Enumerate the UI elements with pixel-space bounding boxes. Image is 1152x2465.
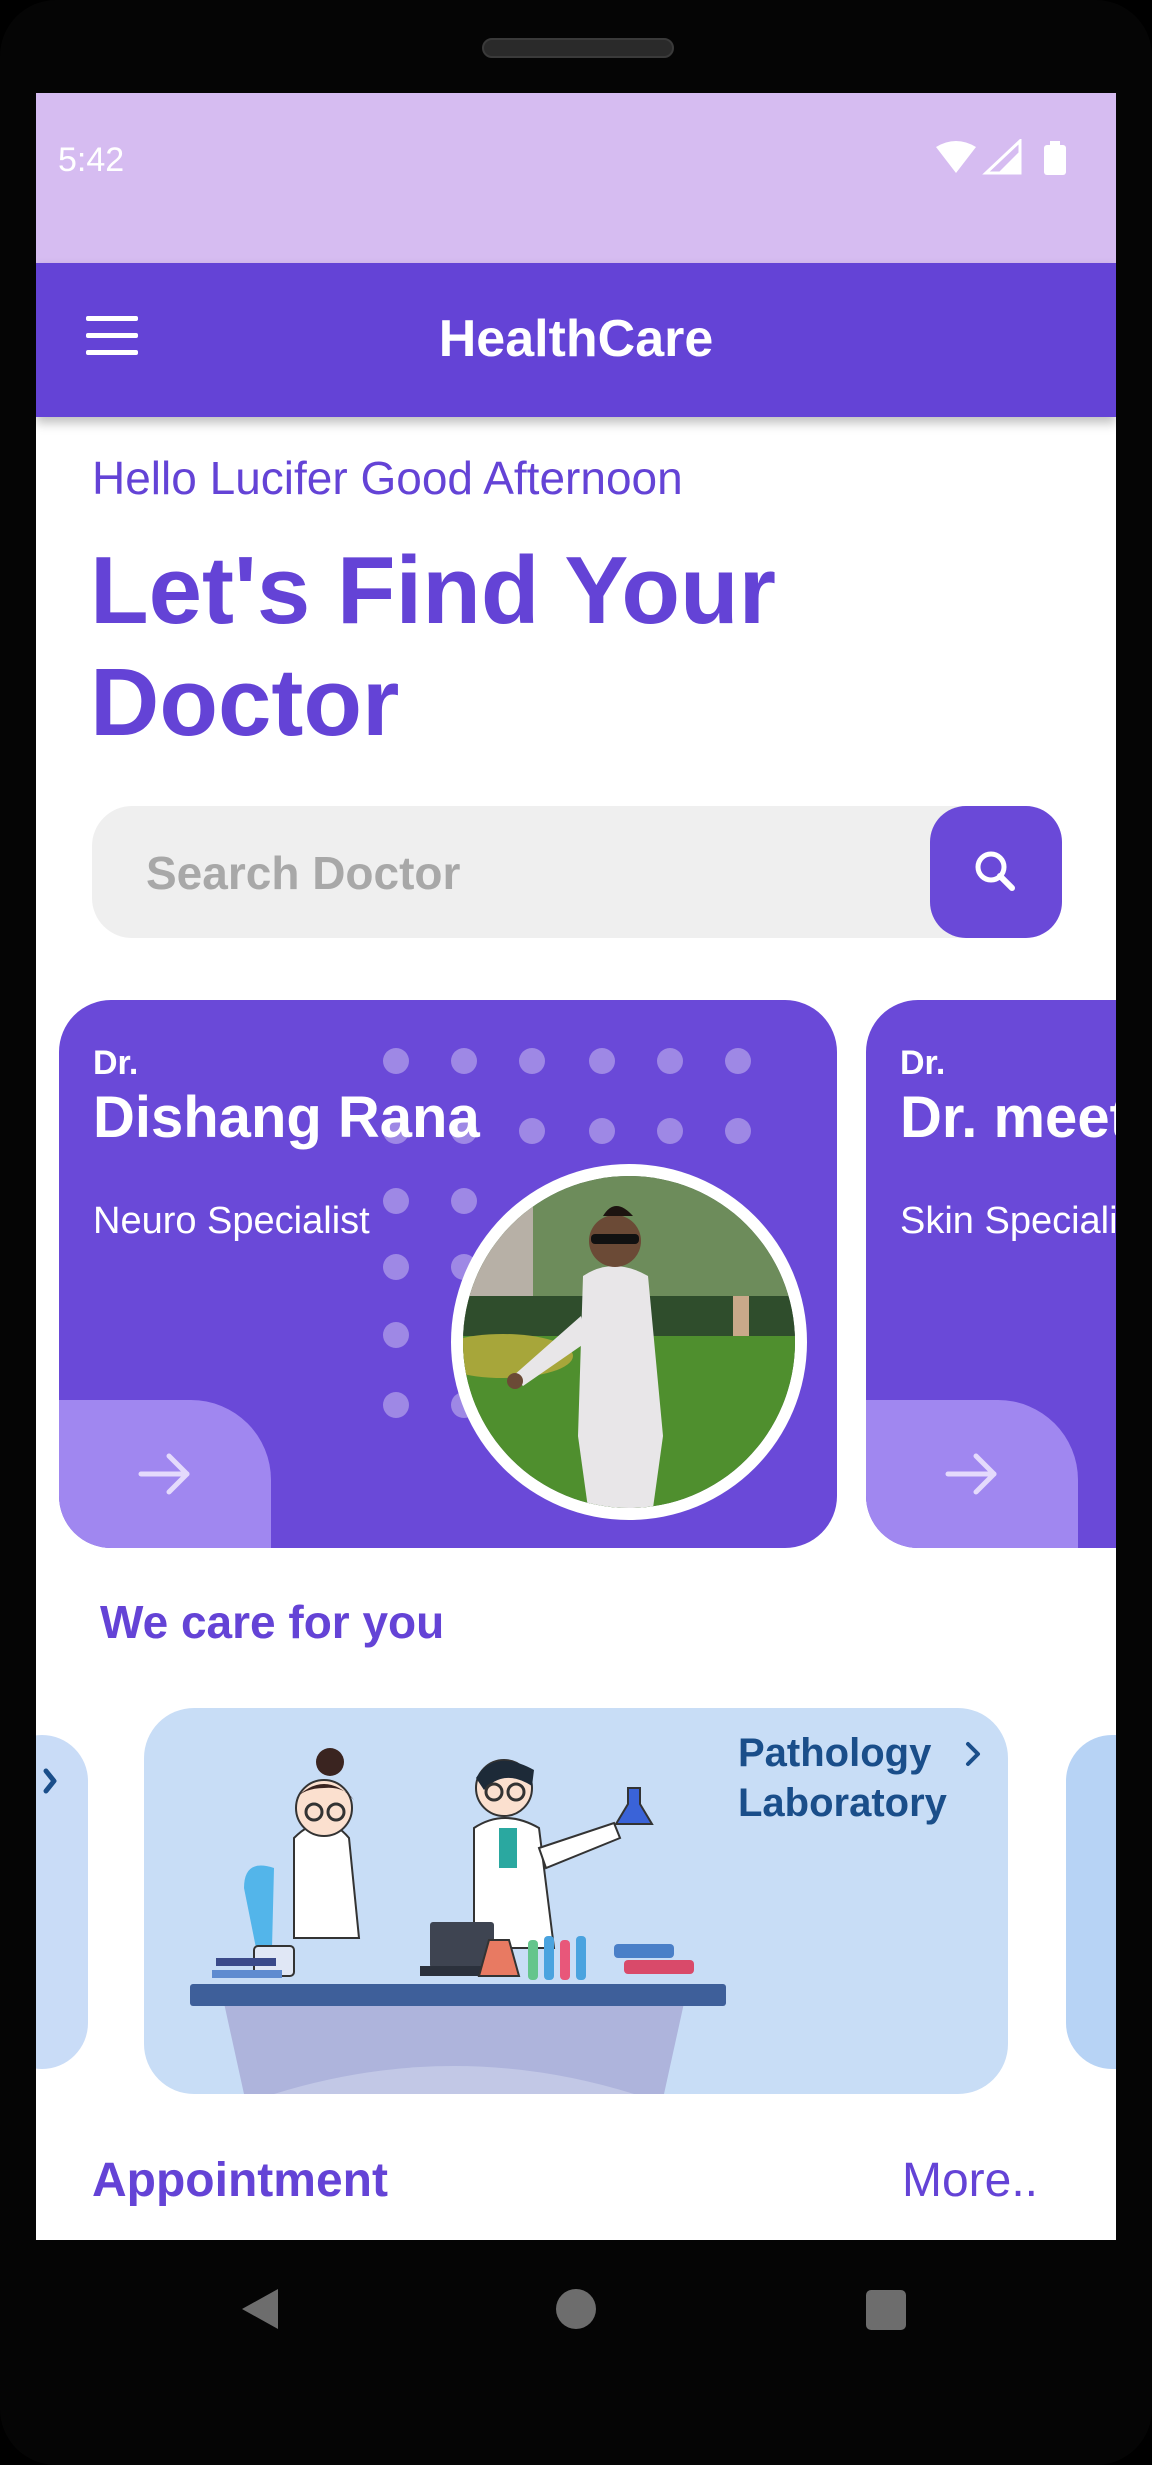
arrow-right-icon	[138, 1453, 190, 1495]
app-bar: HealthCare	[36, 263, 1116, 417]
page-headline: Let's Find Your Doctor	[90, 537, 776, 756]
nav-home-icon[interactable]	[556, 2289, 596, 2329]
wifi-icon	[936, 141, 976, 173]
doctor-card-button[interactable]	[59, 1400, 271, 1548]
greeting-text: Hello Lucifer Good Afternoon	[92, 452, 683, 504]
arrow-right-icon	[945, 1453, 997, 1495]
doctor-card-button[interactable]	[866, 1400, 1078, 1548]
search-icon	[975, 851, 1015, 891]
doctor-prefix: Dr.	[900, 1044, 946, 1082]
status-bar: 5:42	[36, 93, 1116, 263]
app-title: HealthCare	[438, 310, 714, 368]
more-link[interactable]: More..	[902, 2153, 1038, 2208]
screen: 5:42 HealthCare Hello Lucifer Good After…	[36, 93, 1116, 2240]
speaker-grille	[482, 38, 674, 58]
phone-frame: 5:42 HealthCare Hello Lucifer Good After…	[0, 0, 1152, 2465]
appointment-title: Appointment	[92, 2154, 388, 2207]
search-input[interactable]: Search Doctor	[146, 846, 460, 900]
nav-recents-icon[interactable]	[866, 2290, 906, 2330]
doctor-card[interactable]: Dr. Dr. meet Skin Specialist	[866, 1000, 1116, 1548]
doctor-specialty: Neuro Specialist	[93, 1200, 370, 1242]
system-nav-bar	[0, 2240, 1152, 2370]
doctor-avatar	[451, 1164, 807, 1520]
battery-icon	[1044, 145, 1066, 175]
search-button[interactable]	[930, 806, 1062, 938]
nav-back-icon[interactable]	[240, 2287, 280, 2331]
lab-illustration	[190, 1748, 726, 2094]
search-bar[interactable]: Search Doctor	[92, 806, 1062, 938]
chevron-right-icon	[43, 1768, 57, 1794]
doctor-prefix: Dr.	[93, 1044, 139, 1082]
doctor-name: Dr. meet	[900, 1085, 1116, 1150]
doctor-card[interactable]: Dr. Dishang Rana Neuro Specialist	[59, 1000, 837, 1548]
care-card-next[interactable]	[1066, 1735, 1116, 2069]
status-time: 5:42	[58, 141, 125, 179]
status-icons	[936, 139, 1066, 175]
doctor-specialty: Skin Specialist	[900, 1200, 1116, 1242]
care-card-previous[interactable]	[36, 1735, 88, 2069]
section-title: We care for you	[100, 1596, 445, 1648]
doctor-name: Dishang Rana	[93, 1085, 480, 1150]
care-card[interactable]: Pathology Laboratory	[144, 1708, 1008, 2094]
